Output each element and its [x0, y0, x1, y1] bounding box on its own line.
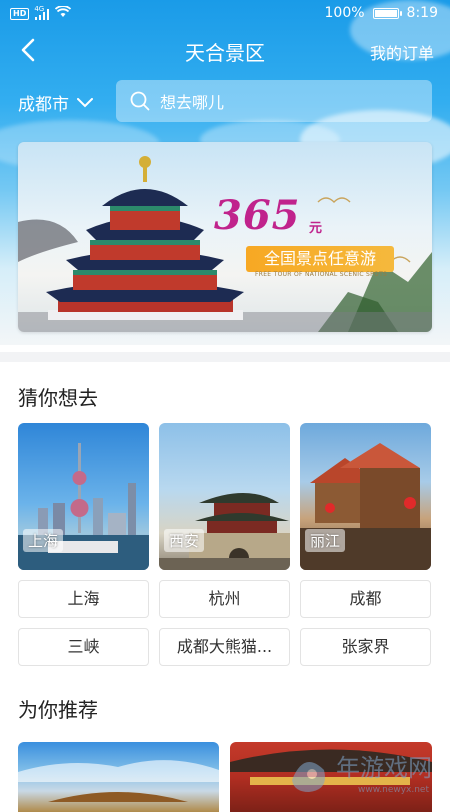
banner-headline: 全国景点任意游 [246, 246, 394, 272]
destination-chip[interactable]: 成都 [300, 580, 431, 618]
city-label: 成都市 [18, 95, 69, 115]
destination-card-label: 上海 [23, 529, 64, 552]
status-bar: HD 4G 100% 8:19 [0, 0, 450, 28]
destination-chip[interactable]: 三峡 [18, 628, 149, 666]
destination-card-label: 丽江 [305, 529, 346, 552]
recommend-card[interactable] [18, 742, 219, 812]
svg-text:www.newyx.net: www.newyx.net [358, 785, 429, 795]
battery-icon [372, 7, 402, 19]
destination-card-label: 西安 [164, 529, 205, 552]
chevron-down-icon [77, 97, 93, 107]
network-type-label: 4G [34, 4, 45, 13]
promo-banner[interactable]: 365 元 全国景点任意游 FREE TOUR OF NATIONAL SCEN… [18, 142, 432, 332]
battery-percent: 100% [324, 5, 365, 21]
city-selector[interactable]: 成都市 [18, 90, 93, 115]
clock: 8:19 [406, 5, 438, 21]
destination-card-xian[interactable]: 西安 [159, 423, 290, 570]
destination-card-shanghai[interactable]: 上海 [18, 423, 149, 570]
search-placeholder: 想去哪儿 [160, 93, 225, 112]
destination-chip[interactable]: 张家界 [300, 628, 431, 666]
my-orders-link[interactable]: 我的订单 [370, 40, 434, 64]
section-divider [0, 352, 450, 362]
banner-price: 365 [214, 192, 301, 239]
destination-chip[interactable]: 杭州 [159, 580, 290, 618]
guess-section-title: 猜你想去 [18, 386, 98, 410]
recommend-card-image [18, 760, 219, 802]
wifi-icon [55, 5, 72, 22]
search-icon [130, 91, 150, 111]
banner-price-unit: 元 [309, 221, 323, 236]
destination-chip[interactable]: 成都大熊猫... [159, 628, 290, 666]
hd-badge: HD [10, 8, 30, 20]
site-watermark: 年游戏网 www.newyx.net [284, 740, 444, 798]
search-input[interactable]: 想去哪儿 [116, 80, 432, 122]
navigation-bar: 天合景区 我的订单 [0, 28, 450, 74]
destination-card-lijiang[interactable]: 丽江 [300, 423, 431, 570]
watermark-logo-icon: 年游戏网 www.newyx.net [292, 754, 432, 795]
svg-text:年游戏网: 年游戏网 [336, 754, 432, 782]
banner-subtitle: FREE TOUR OF NATIONAL SCENIC SPOTS [255, 271, 388, 278]
signal-icon: 4G [34, 5, 50, 20]
destination-chip[interactable]: 上海 [18, 580, 149, 618]
recommend-section-title: 为你推荐 [18, 698, 98, 722]
